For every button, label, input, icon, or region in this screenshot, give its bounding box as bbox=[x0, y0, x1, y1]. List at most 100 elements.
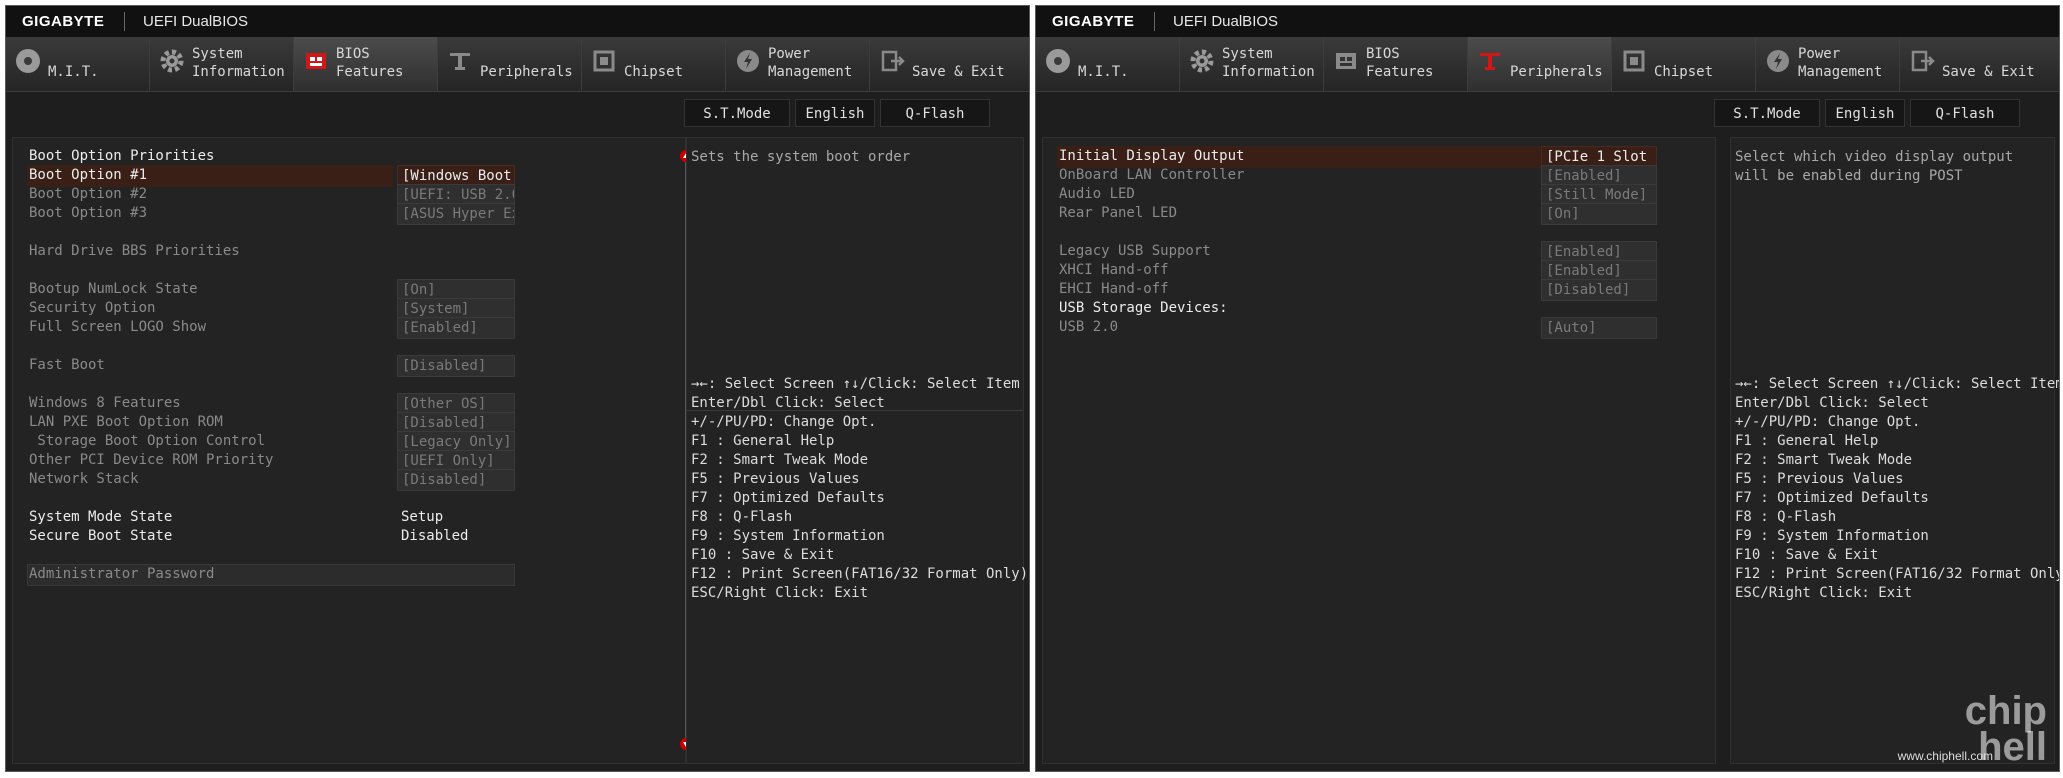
key-hint: +/-/PU/PD: Change Opt. bbox=[1735, 414, 1921, 430]
section-heading: USB Storage Devices: bbox=[1059, 300, 1228, 316]
setting-value[interactable]: [Enabled] bbox=[397, 317, 515, 339]
key-hint: F8 : Q-Flash bbox=[1735, 509, 1837, 525]
setting-value[interactable]: [ASUS Hyper Exp...] bbox=[397, 203, 515, 225]
key-hint: F10 : Save & Exit bbox=[1735, 547, 1879, 563]
list-item: Secure Boot State Disabled bbox=[13, 526, 685, 548]
key-hint: F12 : Print Screen(FAT16/32 Format Only) bbox=[691, 566, 1029, 582]
watermark-site: www.chiphell.com bbox=[1897, 749, 1993, 763]
setting-label: Legacy USB Support bbox=[1059, 243, 1211, 259]
list-item[interactable]: Rear Panel LED [On] bbox=[1043, 203, 1715, 225]
tab-label: Chipset bbox=[624, 64, 684, 80]
tab-label: System Information bbox=[192, 46, 285, 80]
key-hint: F5 : Previous Values bbox=[1735, 471, 1904, 487]
q-flash-button[interactable]: Q-Flash bbox=[1910, 99, 2020, 127]
title-divider bbox=[124, 12, 125, 31]
list-item[interactable]: Administrator Password bbox=[13, 564, 685, 586]
mit-disc-icon bbox=[16, 49, 40, 73]
help-panel: Select which video display output will b… bbox=[1730, 137, 2059, 764]
key-hint: F5 : Previous Values bbox=[691, 471, 860, 487]
tab-label: Save & Exit bbox=[1942, 64, 2035, 80]
tab-power-management[interactable]: Power Management bbox=[1756, 37, 1900, 91]
help-panel: Sets the system boot order →←: Select Sc… bbox=[686, 137, 1029, 764]
bios-chip-icon bbox=[1336, 53, 1356, 69]
chipset-icon bbox=[593, 50, 615, 72]
tab-mit[interactable]: M.I.T. bbox=[1036, 37, 1180, 91]
key-hint: F10 : Save & Exit bbox=[691, 547, 835, 563]
tab-chipset[interactable]: Chipset bbox=[582, 37, 726, 91]
setting-label: Secure Boot State bbox=[29, 528, 173, 544]
setting-label: Boot Option #1 bbox=[29, 167, 148, 183]
tab-label: Peripherals bbox=[1510, 64, 1603, 80]
key-hint: F2 : Smart Tweak Mode bbox=[1735, 452, 1913, 468]
setting-label: Hard Drive BBS Priorities bbox=[29, 243, 240, 259]
tab-label: M.I.T. bbox=[48, 64, 99, 80]
tab-save-exit[interactable]: Save & Exit bbox=[870, 37, 1029, 91]
tab-peripherals[interactable]: Peripherals bbox=[1468, 37, 1612, 91]
title-bar: GIGABYTE UEFI DualBIOS bbox=[1036, 6, 2059, 38]
tab-label: BIOS Features bbox=[336, 46, 404, 80]
setting-value[interactable]: [Disabled] bbox=[397, 469, 515, 491]
bios-screen-bios-features: GIGABYTE UEFI DualBIOS M.I.T. System Info… bbox=[5, 5, 1030, 772]
tab-mit[interactable]: M.I.T. bbox=[6, 37, 150, 91]
tab-bios-features[interactable]: BIOS Features bbox=[294, 37, 438, 91]
item-help-text: Sets the system boot order bbox=[691, 149, 911, 165]
setting-label: Bootup NumLock State bbox=[29, 281, 198, 297]
exit-icon bbox=[881, 50, 905, 72]
setting-value[interactable]: [On] bbox=[1541, 203, 1657, 225]
tab-label: Power Management bbox=[768, 46, 853, 80]
list-item[interactable]: Full Screen LOGO Show [Enabled] bbox=[13, 317, 685, 339]
key-hint: F12 : Print Screen(FAT16/32 Format Only) bbox=[1735, 566, 2060, 582]
key-hint: →←: Select Screen ↑↓/Click: Select Item bbox=[691, 376, 1020, 392]
chipset-icon bbox=[1623, 50, 1645, 72]
brand-logo: GIGABYTE bbox=[22, 13, 105, 30]
key-legend: →←: Select Screen ↑↓/Click: Select Item … bbox=[691, 375, 1029, 603]
list-item[interactable]: Hard Drive BBS Priorities bbox=[13, 241, 685, 263]
tab-system-information[interactable]: System Information bbox=[1180, 37, 1324, 91]
title-bar: GIGABYTE UEFI DualBIOS bbox=[6, 6, 1029, 38]
setting-value[interactable]: [Auto] bbox=[1541, 317, 1657, 339]
power-icon bbox=[737, 50, 759, 72]
setting-label: Windows 8 Features bbox=[29, 395, 181, 411]
tab-label: System Information bbox=[1222, 46, 1315, 80]
q-flash-button[interactable]: Q-Flash bbox=[880, 99, 990, 127]
bios-chip-icon bbox=[306, 53, 326, 69]
setting-label: Administrator Password bbox=[29, 566, 215, 582]
st-mode-button[interactable]: S.T.Mode bbox=[1714, 99, 1820, 127]
tab-power-management[interactable]: Power Management bbox=[726, 37, 870, 91]
st-mode-button[interactable]: S.T.Mode bbox=[684, 99, 790, 127]
tab-save-exit[interactable]: Save & Exit bbox=[1900, 37, 2059, 91]
language-button[interactable]: English bbox=[1825, 99, 1905, 127]
gear-icon bbox=[1190, 49, 1214, 73]
setting-label: Network Stack bbox=[29, 471, 139, 487]
tab-label: Peripherals bbox=[480, 64, 573, 80]
setting-label: Boot Option #2 bbox=[29, 186, 148, 202]
list-item[interactable]: Network Stack [Disabled] bbox=[13, 469, 685, 491]
key-hint: F9 : System Information bbox=[691, 528, 885, 544]
tab-bios-features[interactable]: BIOS Features bbox=[1324, 37, 1468, 91]
key-hint: F8 : Q-Flash bbox=[691, 509, 793, 525]
key-hint: Enter/Dbl Click: Select bbox=[1735, 395, 1929, 411]
key-hint: →←: Select Screen ↑↓/Click: Select Item bbox=[1735, 376, 2060, 392]
tab-label: BIOS Features bbox=[1366, 46, 1434, 80]
language-button[interactable]: English bbox=[795, 99, 875, 127]
list-item[interactable]: Boot Option #3 [ASUS Hyper Exp...] bbox=[13, 203, 685, 225]
key-hint: +/-/PU/PD: Change Opt. bbox=[691, 414, 877, 430]
power-icon bbox=[1767, 50, 1789, 72]
list-item[interactable]: USB 2.0 [Auto] bbox=[1043, 317, 1715, 339]
tab-bar: M.I.T. System Information BIOS Features Pe… bbox=[6, 37, 1029, 92]
watermark: chip hell www.chiphell.com bbox=[1897, 685, 2051, 767]
list-item[interactable]: Fast Boot [Disabled] bbox=[13, 355, 685, 377]
tab-label: Save & Exit bbox=[912, 64, 1005, 80]
item-help-text: Select which video display output will b… bbox=[1735, 149, 2014, 184]
setting-label: OnBoard LAN Controller bbox=[1059, 167, 1245, 183]
tab-peripherals[interactable]: Peripherals bbox=[438, 37, 582, 91]
setting-label: EHCI Hand-off bbox=[1059, 281, 1169, 297]
key-hint: F1 : General Help bbox=[691, 433, 835, 449]
product-title: UEFI DualBIOS bbox=[143, 13, 249, 30]
brand-logo: GIGABYTE bbox=[1052, 13, 1135, 30]
mit-disc-icon bbox=[1046, 49, 1070, 73]
tab-system-information[interactable]: System Information bbox=[150, 37, 294, 91]
tab-chipset[interactable]: Chipset bbox=[1612, 37, 1756, 91]
key-hint: F2 : Smart Tweak Mode bbox=[691, 452, 869, 468]
setting-value[interactable]: [Disabled] bbox=[397, 355, 515, 377]
